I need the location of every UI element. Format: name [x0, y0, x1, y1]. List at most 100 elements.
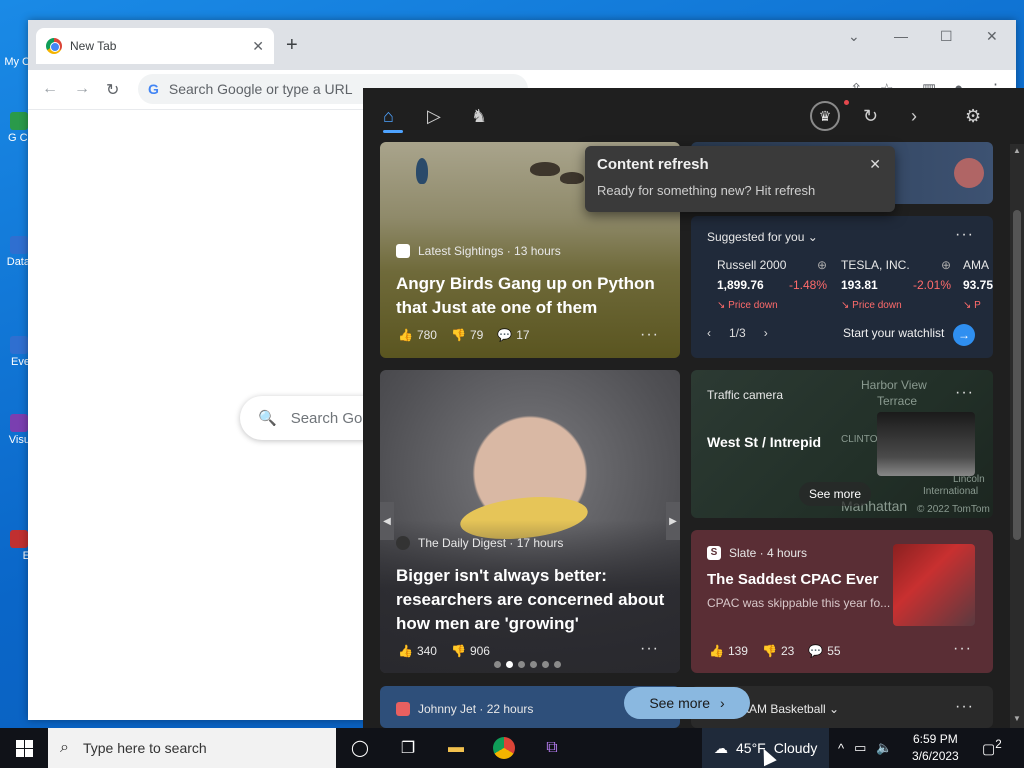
desktop-icon-e[interactable]: E [0, 530, 30, 562]
traffic-camera-card[interactable]: Harbor View Terrace CLINTON Lincoln Inte… [691, 370, 993, 518]
like-button[interactable]: 👍 780 [398, 328, 437, 342]
scroll-down-icon[interactable]: ▼ [1013, 714, 1021, 723]
search-placeholder: Type here to search [82, 740, 207, 756]
more-options-icon[interactable]: ··· [640, 326, 659, 344]
thumbs-up-icon: 👍 [709, 644, 724, 658]
more-options-icon[interactable]: ··· [955, 226, 974, 244]
desktop-icon-my-computer[interactable]: My C [0, 56, 30, 68]
panel-scrollbar[interactable]: ▲ ▼ [1010, 144, 1024, 728]
maximize-button[interactable]: ☐ [940, 28, 953, 45]
chrome-taskbar-icon[interactable] [480, 728, 528, 768]
close-icon[interactable]: ✕ [869, 156, 881, 173]
back-icon[interactable]: ← [42, 80, 58, 98]
traffic-location: West St / Intrepid [707, 434, 822, 450]
carousel-dot[interactable] [530, 661, 537, 668]
tab-new-tab[interactable]: New Tab ✕ [36, 28, 274, 64]
notification-center-icon[interactable]: ▢2 [982, 738, 1002, 758]
card-label[interactable]: AAM Basketball ⌄ [741, 702, 839, 716]
network-icon[interactable]: ▭ [854, 740, 866, 756]
new-tab-button[interactable]: + [286, 34, 298, 57]
dislike-button[interactable]: 👎 906 [451, 644, 490, 658]
like-button[interactable]: 👍 340 [398, 644, 437, 658]
scroll-thumb[interactable] [1013, 210, 1021, 540]
avatar [954, 158, 984, 188]
close-window-button[interactable]: ✕ [986, 28, 998, 45]
reload-icon[interactable]: ↻ [106, 80, 119, 100]
desktop-icon-chrome[interactable]: G Cl [0, 112, 30, 144]
refresh-icon[interactable]: ↻ [863, 106, 878, 127]
video-icon[interactable]: ▷ [427, 106, 441, 127]
dislike-button[interactable]: 👎 79 [451, 328, 483, 342]
carousel-dot[interactable] [518, 661, 525, 668]
close-tab-icon[interactable]: ✕ [252, 38, 264, 55]
comment-button[interactable]: 💬 17 [497, 328, 529, 342]
thumbs-down-icon: 👎 [450, 644, 466, 658]
arrow-right-icon[interactable]: → [953, 324, 975, 346]
games-icon[interactable]: ♞ [471, 106, 487, 127]
settings-gear-icon[interactable]: ⚙ [965, 106, 981, 127]
more-options-icon[interactable]: ··· [953, 640, 972, 658]
chevron-down-icon: ⌄ [807, 230, 818, 244]
desktop-icon-eve[interactable]: Eve [0, 336, 30, 368]
more-options-icon[interactable]: ··· [955, 384, 974, 402]
card-headline[interactable]: Bigger isn't always better: researchers … [396, 564, 676, 636]
carousel-dot[interactable] [506, 661, 513, 668]
cortana-icon[interactable]: ◯ [336, 728, 384, 768]
visual-studio-taskbar-icon[interactable]: ⧉ [528, 728, 576, 768]
card-headline[interactable]: The Saddest CPAC Ever [707, 568, 887, 592]
stock-item[interactable]: Russell 2000 ⊕ 1,899.76 -1.48% ↘ Price d… [717, 258, 837, 311]
carousel-next-icon[interactable]: ▶ [666, 502, 680, 540]
add-stock-icon[interactable]: ⊕ [941, 258, 951, 272]
stock-change: -1.48% [789, 278, 828, 292]
source-logo-icon [396, 702, 410, 716]
status-text: Price down [728, 300, 778, 311]
panel-header: ⌂ ▷ ♞ ♛ ↻ › ⚙ [363, 88, 1024, 144]
stock-item[interactable]: TESLA, INC. ⊕ 193.81 -2.01% ↘ Price down [841, 258, 961, 311]
stock-item[interactable]: AMA 93.75 ↘ P [963, 258, 993, 311]
trend-down-icon: ↘ [841, 300, 853, 311]
source-label: Slate · 4 hours [729, 546, 808, 560]
card-headline[interactable]: Angry Birds Gang up on Python that Just … [396, 272, 666, 320]
start-watchlist-link[interactable]: Start your watchlist [843, 326, 944, 340]
desktop-icon-visual-studio[interactable]: Visu [0, 414, 30, 446]
chevron-right-icon[interactable]: › [911, 106, 917, 127]
more-options-icon[interactable]: ··· [955, 698, 974, 716]
carousel-prev-icon[interactable]: ◀ [380, 502, 394, 540]
volume-icon[interactable]: 🔈 [876, 740, 892, 756]
tab-search-icon[interactable]: ⌄ [848, 28, 860, 45]
clock[interactable]: 6:59 PM 3/6/2023 [912, 731, 959, 765]
comment-icon: 💬 [497, 328, 513, 342]
clock-date: 3/6/2023 [912, 749, 959, 763]
next-icon[interactable]: › [764, 326, 768, 340]
news-card-slate[interactable]: S Slate · 4 hours The Saddest CPAC Ever … [691, 530, 993, 673]
comment-icon: 💬 [808, 644, 824, 658]
comment-button[interactable]: 💬 55 [808, 644, 840, 658]
minimize-button[interactable]: — [894, 28, 908, 44]
carousel-dot[interactable] [542, 661, 549, 668]
watchlist-card: Suggested for you ⌄ ··· Russell 2000 ⊕ 1… [691, 216, 993, 358]
like-count: 780 [416, 328, 437, 342]
suggested-dropdown[interactable]: Suggested for you ⌄ [707, 230, 818, 244]
active-tab-indicator [383, 130, 403, 133]
prev-icon[interactable]: ‹ [707, 326, 711, 340]
carousel-dot[interactable] [554, 661, 561, 668]
forward-icon[interactable]: → [74, 80, 90, 98]
more-options-icon[interactable]: ··· [640, 640, 659, 658]
carousel-dot[interactable] [494, 661, 501, 668]
start-button[interactable] [0, 728, 48, 768]
add-stock-icon[interactable]: ⊕ [817, 258, 827, 272]
like-button[interactable]: 👍 139 [709, 644, 748, 658]
task-view-icon[interactable]: ❐ [384, 728, 432, 768]
taskbar-search[interactable]: ⌕ Type here to search [48, 728, 336, 768]
file-explorer-icon[interactable]: ▬ [432, 728, 480, 768]
see-more-button[interactable]: See more › [624, 687, 750, 719]
chevron-up-icon[interactable]: ^ [838, 741, 844, 756]
desktop-icon-data[interactable]: Data [0, 236, 30, 268]
search-icon: ⌕ [60, 739, 69, 756]
home-icon[interactable]: ⌂ [383, 106, 394, 127]
rewards-icon[interactable]: ♛ [810, 101, 840, 131]
see-more-button[interactable]: See more [799, 482, 872, 506]
news-card-digest[interactable]: ◀ ▶ The Daily Digest · 17 hours Bigger i… [380, 370, 680, 673]
dislike-button[interactable]: 👎 23 [762, 644, 794, 658]
scroll-up-icon[interactable]: ▲ [1013, 146, 1021, 155]
